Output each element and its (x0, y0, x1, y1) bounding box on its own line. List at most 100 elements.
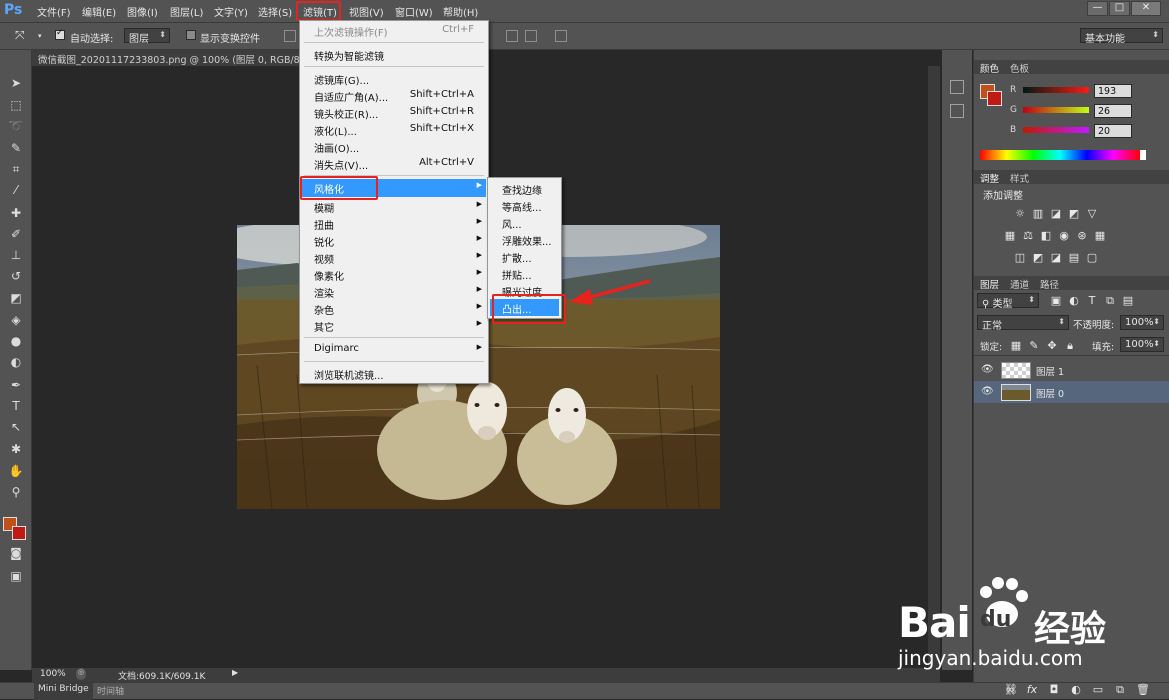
menu-item-filter-gallery[interactable]: 滤镜库(G)... (302, 70, 486, 87)
move-tool-icon[interactable]: ⤧ (15, 28, 25, 43)
menu-item-video[interactable]: 视频 ▶ (302, 249, 486, 266)
menu-item-blur[interactable]: 模糊 ▶ (302, 198, 486, 215)
menu-help[interactable]: 帮助(H) (443, 4, 478, 19)
crop-tool-icon[interactable]: ⌗ (7, 161, 25, 178)
black-white-icon[interactable]: ◧ (1040, 230, 1052, 242)
gradient-map-icon[interactable]: ▤ (1068, 252, 1080, 264)
menu-item-convert-smart-filter[interactable]: 转换为智能滤镜 (302, 46, 486, 63)
properties-panel-icon[interactable] (950, 104, 964, 118)
link-layers-icon[interactable]: ∞ (1004, 684, 1016, 696)
menu-select[interactable]: 选择(S) (258, 4, 292, 19)
color-balance-icon[interactable]: ⚖ (1022, 230, 1034, 242)
maximize-button[interactable]: □ (1109, 1, 1130, 16)
menu-item-liquify[interactable]: 液化(L)... Shift+Ctrl+X (302, 121, 486, 138)
opacity-field[interactable]: 100% (1120, 315, 1164, 330)
menu-item-noise[interactable]: 杂色 ▶ (302, 300, 486, 317)
filter-shape-icon[interactable]: ⧉ (1104, 295, 1116, 307)
menu-layer[interactable]: 图层(L) (170, 4, 203, 19)
color-lookup-icon[interactable]: ▦ (1094, 230, 1106, 242)
document-tab[interactable]: 微信截图_20201117233803.png @ 100% (图层 0, RG… (32, 50, 312, 66)
threshold-icon[interactable]: ◪ (1050, 252, 1062, 264)
lasso-tool-icon[interactable]: ➰ (7, 118, 25, 135)
brush-tool-icon[interactable]: ✐ (7, 226, 25, 243)
filter-smart-object-icon[interactable]: ▤ (1122, 295, 1134, 307)
healing-brush-tool-icon[interactable]: ✚ (7, 205, 25, 222)
zoom-level[interactable]: 100% (40, 669, 66, 679)
auto-select-dropdown[interactable]: 图层 (124, 28, 170, 45)
history-brush-tool-icon[interactable]: ↺ (7, 268, 25, 285)
doc-info-icon[interactable]: ◎ (76, 668, 86, 680)
move-tool-icon[interactable]: ➤ (7, 75, 25, 92)
background-color-swatch[interactable] (12, 526, 26, 540)
fill-field[interactable]: 100% (1120, 337, 1164, 352)
tab-color[interactable]: 颜色 (980, 61, 999, 75)
trash-icon[interactable]: 🗑︎ (1136, 684, 1150, 696)
eyedropper-tool-icon[interactable]: ⁄ (7, 182, 25, 199)
menu-item-pixelate[interactable]: 像素化 ▶ (302, 266, 486, 283)
dodge-tool-icon[interactable]: ◐ (7, 354, 25, 371)
eraser-tool-icon[interactable]: ◩ (7, 290, 25, 307)
exposure-icon[interactable]: ◩ (1068, 208, 1080, 220)
menu-item-sharpen[interactable]: 锐化 ▶ (302, 232, 486, 249)
menu-item-adaptive-wide-angle[interactable]: 自适应广角(A)... Shift+Ctrl+A (302, 87, 486, 104)
show-transform-checkbox[interactable] (186, 30, 196, 40)
menu-item-vanishing-point[interactable]: 消失点(V)... Alt+Ctrl+V (302, 155, 486, 172)
quick-mask-icon[interactable]: ◙ (7, 545, 25, 562)
menu-view[interactable]: 视图(V) (349, 4, 384, 19)
curves-icon[interactable]: ◪ (1050, 208, 1062, 220)
posterize-icon[interactable]: ◩ (1032, 252, 1044, 264)
layer-style-icon[interactable]: fx (1026, 684, 1038, 696)
menu-file[interactable]: 文件(F) (37, 4, 71, 19)
green-slider[interactable] (1023, 107, 1089, 113)
color-spectrum-bar[interactable] (980, 150, 1140, 160)
marquee-tool-icon[interactable]: ⬚ (7, 97, 25, 114)
layer-row[interactable]: 👁︎ 图层 0 (974, 381, 1169, 403)
submenu-item-wind[interactable]: 风... (490, 214, 559, 231)
brightness-icon[interactable]: ☼ (1014, 208, 1026, 220)
submenu-item-emboss[interactable]: 浮雕效果... (490, 231, 559, 248)
screen-mode-icon[interactable]: ▣ (7, 568, 25, 585)
close-button[interactable]: ✕ (1131, 1, 1161, 16)
submenu-item-find-edges[interactable]: 查找边缘 (490, 180, 559, 197)
menu-type[interactable]: 文字(Y) (214, 4, 248, 19)
eye-icon[interactable]: 👁︎ (981, 386, 994, 397)
menu-item-lens-correction[interactable]: 镜头校正(R)... Shift+Ctrl+R (302, 104, 486, 121)
layer-mask-icon[interactable]: ◘ (1048, 684, 1060, 696)
hand-tool-icon[interactable]: ✋ (7, 463, 25, 480)
submenu-item-tiles[interactable]: 拼贴... (490, 265, 559, 282)
red-value[interactable]: 193 (1094, 84, 1132, 98)
lock-all-icon[interactable]: 🔒︎ (1064, 340, 1076, 352)
new-group-icon[interactable]: ▭ (1092, 684, 1104, 696)
menu-item-browse-filters-online[interactable]: 浏览联机滤镜... (302, 365, 486, 382)
layer-kind-filter[interactable]: ⚲ 类型 (977, 293, 1039, 310)
auto-select-checkbox[interactable]: ✓ (55, 28, 65, 40)
clone-stamp-tool-icon[interactable]: ⊥ (7, 247, 25, 264)
blue-slider[interactable] (1023, 127, 1089, 133)
lock-pixels-icon[interactable]: ✎ (1028, 340, 1040, 352)
selective-color-icon[interactable]: ▢ (1086, 252, 1098, 264)
red-slider[interactable] (1023, 87, 1089, 93)
auto-align-icon[interactable] (555, 30, 567, 42)
menu-item-distort[interactable]: 扭曲 ▶ (302, 215, 486, 232)
photo-filter-icon[interactable]: ◉ (1058, 230, 1070, 242)
tab-adjustments[interactable]: 调整 (980, 171, 999, 185)
adjustment-layer-icon[interactable]: ◐ (1070, 684, 1082, 696)
pen-tool-icon[interactable]: ✒ (7, 377, 25, 394)
menu-item-render[interactable]: 渲染 ▶ (302, 283, 486, 300)
tab-mini-bridge[interactable]: Mini Bridge (34, 683, 93, 700)
new-layer-icon[interactable]: ⧉ (1114, 684, 1126, 696)
filter-pixel-icon[interactable]: ▣ (1050, 295, 1062, 307)
paint-bucket-tool-icon[interactable]: ◈ (7, 312, 25, 329)
submenu-item-trace-contour[interactable]: 等高线... (490, 197, 559, 214)
hue-saturation-icon[interactable]: ▦ (1004, 230, 1016, 242)
tab-timeline[interactable]: 时间轴 (97, 684, 124, 697)
channel-mixer-icon[interactable]: ⊛ (1076, 230, 1088, 242)
spectrum-white[interactable] (1140, 150, 1146, 160)
shape-tool-icon[interactable]: ✱ (7, 441, 25, 458)
layer-name[interactable]: 图层 1 (1036, 364, 1064, 378)
filter-type-icon[interactable]: T (1086, 295, 1098, 307)
submenu-item-diffuse[interactable]: 扩散... (490, 248, 559, 265)
menu-item-digimarc[interactable]: Digimarc ▶ (302, 341, 486, 358)
status-menu-arrow-icon[interactable]: ▶ (232, 668, 238, 677)
minimize-button[interactable]: — (1087, 1, 1108, 16)
